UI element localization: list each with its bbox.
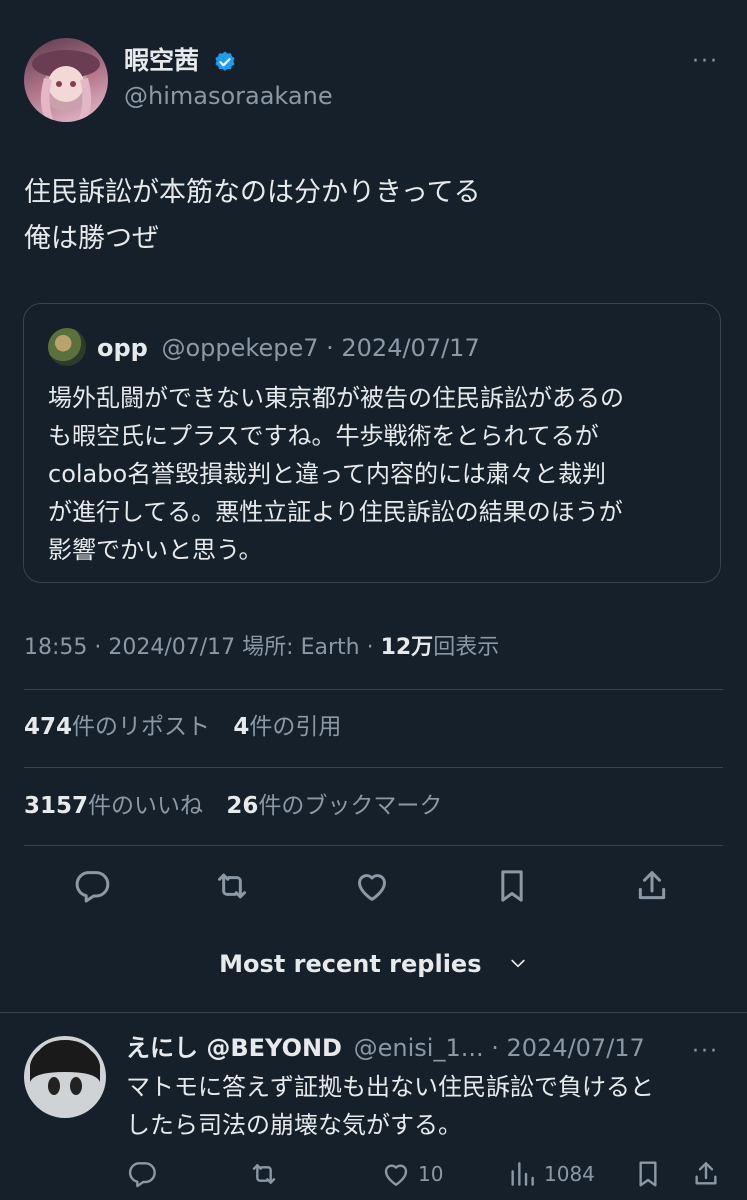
likes-stat[interactable]: 3157件のいいね xyxy=(24,793,203,819)
like-icon xyxy=(380,1160,412,1186)
repost-quote-stats: 474件のリポスト 4件の引用 xyxy=(24,712,341,742)
divider xyxy=(24,767,723,768)
repost-icon xyxy=(248,1160,280,1184)
quotes-stat[interactable]: 4件の引用 xyxy=(233,714,341,740)
reposts-stat[interactable]: 474件のリポスト xyxy=(24,714,210,740)
section-divider xyxy=(0,1012,747,1013)
tweet-text-line: 俺は勝つぜ xyxy=(24,223,159,254)
bookmarks-label: 件のブックマーク xyxy=(258,793,443,819)
quoted-text-line: 場外乱闘ができない東京都が被告の住民訴訟があるの xyxy=(48,384,624,412)
quoted-tweet-text: 場外乱闘ができない東京都が被告の住民訴訟があるの も暇空氏にプラスですね。牛歩戦… xyxy=(48,379,708,569)
like-icon[interactable] xyxy=(352,866,392,906)
tweet-meta: 18:55 · 2024/07/17 場所: Earth · 12万回表示 xyxy=(24,633,499,663)
reply-views-button[interactable]: 1084 xyxy=(506,1152,595,1192)
bookmarks-count: 26 xyxy=(226,793,259,819)
chevron-down-icon xyxy=(508,948,528,982)
quoted-text-line: 影響でかいと思う。 xyxy=(48,536,263,564)
reply-text: マトモに答えず証拠も出ない住民訴訟で負けると したら司法の崩壊な気がする。 xyxy=(126,1068,654,1144)
quoted-text-line: が進行してる。悪性立証より住民訴訟の結果のほうが xyxy=(48,498,623,526)
reply-author-avatar[interactable] xyxy=(24,1036,106,1118)
views-label: 回表示 xyxy=(433,635,500,660)
reposts-count: 474 xyxy=(24,714,73,740)
likes-count: 3157 xyxy=(24,793,89,819)
tweet-timestamp[interactable]: 18:55 · 2024/07/17 場所: Earth · xyxy=(24,635,381,660)
reply-like-button[interactable]: 10 xyxy=(380,1152,443,1192)
reply-text-line: したら司法の崩壊な気がする。 xyxy=(126,1111,462,1139)
quoted-text-line: colabo名誉毀損裁判と違って内容的には粛々と裁判 xyxy=(48,460,606,488)
reply-more-options-icon[interactable]: ··· xyxy=(692,1041,719,1063)
quoted-text-line: も暇空氏にプラスですね。牛歩戦術をとられてるが xyxy=(48,422,599,450)
replies-sort-toggle[interactable]: Most recent replies xyxy=(0,947,747,982)
bookmark-icon xyxy=(632,1160,664,1187)
reply-text-line: マトモに答えず証拠も出ない住民訴訟で負けると xyxy=(126,1073,654,1101)
verified-badge-icon xyxy=(213,50,237,74)
bookmark-icon[interactable] xyxy=(492,866,532,906)
quoted-author-name: opp xyxy=(97,334,148,362)
more-options-icon[interactable]: ··· xyxy=(692,51,719,73)
quoted-tweet-header: opp @oppekepe7 · 2024/07/17 xyxy=(97,333,480,363)
reply-icon xyxy=(126,1160,158,1187)
tweet-text-line: 住民訴訟が本筋なのは分かりきってる xyxy=(24,177,481,208)
reply-icon[interactable] xyxy=(72,866,112,906)
share-icon[interactable] xyxy=(632,866,672,906)
reply-views-count: 1084 xyxy=(544,1161,595,1186)
reposts-label: 件のリポスト xyxy=(72,714,211,740)
views-chart-icon xyxy=(506,1160,538,1186)
reply-like-count: 10 xyxy=(418,1161,444,1186)
reply-bookmark-button[interactable] xyxy=(632,1152,664,1192)
quotes-count: 4 xyxy=(233,714,250,740)
like-bookmark-stats: 3157件のいいね 26件のブックマーク xyxy=(24,791,442,821)
likes-label: 件のいいね xyxy=(88,793,204,819)
views-count: 12万 xyxy=(380,635,434,660)
quoted-handle-date: @oppekepe7 · 2024/07/17 xyxy=(161,334,480,362)
author-avatar[interactable] xyxy=(24,38,108,122)
repost-icon[interactable] xyxy=(212,866,252,906)
divider xyxy=(24,689,723,690)
reply-repost-button[interactable] xyxy=(248,1152,280,1192)
bookmarks-stat[interactable]: 26件のブックマーク xyxy=(226,793,442,819)
author-display-name[interactable]: 暇空茜 xyxy=(124,45,199,77)
quotes-label: 件の引用 xyxy=(249,714,342,740)
reply-author-name[interactable]: えにし @BEYOND xyxy=(126,1034,342,1062)
reply-share-button[interactable] xyxy=(690,1152,722,1192)
reply-handle-date: @enisi_1... · 2024/07/17 xyxy=(353,1034,645,1062)
divider xyxy=(24,845,723,846)
tweet-text: 住民訴訟が本筋なのは分かりきってる 俺は勝つぜ xyxy=(24,170,704,262)
replies-sort-label: Most recent replies xyxy=(219,950,482,978)
author-handle[interactable]: @himasoraakane xyxy=(124,81,333,111)
reply-header: えにし @BEYOND @enisi_1... · 2024/07/17 xyxy=(126,1032,645,1064)
share-icon xyxy=(690,1160,722,1185)
quoted-author-avatar xyxy=(48,328,86,366)
reply-reply-button[interactable] xyxy=(126,1152,158,1192)
